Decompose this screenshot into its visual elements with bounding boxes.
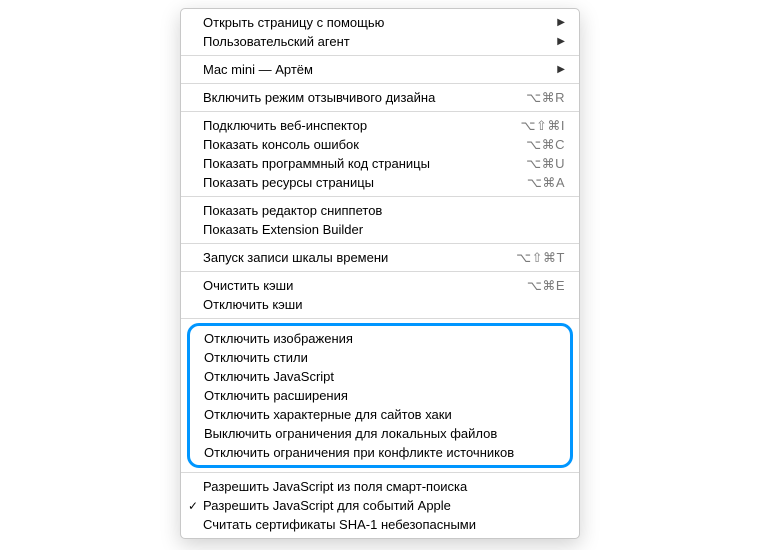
submenu-arrow-icon: ▶ [557,36,565,47]
menu-separator [181,55,579,56]
menu-item-empty-caches[interactable]: Очистить кэши ⌥⌘E [181,276,579,295]
menu-item-timeline-recording[interactable]: Запуск записи шкалы времени ⌥⇧⌘T [181,248,579,267]
highlighted-menu-group: Отключить изображения Отключить стили От… [187,323,573,468]
menu-item-sha1-insecure[interactable]: Считать сертификаты SHA-1 небезопасными [181,515,579,534]
menu-item-disable-styles[interactable]: Отключить стили [190,348,570,367]
menu-item-label: Отключить расширения [204,388,556,403]
menu-item-responsive-design[interactable]: Включить режим отзывчивого дизайна ⌥⌘R [181,88,579,107]
menu-item-label: Выключить ограничения для локальных файл… [204,426,556,441]
menu-item-disable-extensions[interactable]: Отключить расширения [190,386,570,405]
menu-item-disable-javascript[interactable]: Отключить JavaScript [190,367,570,386]
menu-item-label: Открыть страницу с помощью [203,15,549,30]
menu-item-label: Отключить характерные для сайтов хаки [204,407,556,422]
menu-item-label: Отключить ограничения при конфликте исто… [204,445,556,460]
menu-separator [181,472,579,473]
menu-item-open-with[interactable]: Открыть страницу с помощью ▶ [181,13,579,32]
menu-item-label: Очистить кэши [203,278,527,293]
submenu-arrow-icon: ▶ [557,17,565,28]
menu-item-label: Показать программный код страницы [203,156,526,171]
menu-shortcut: ⌥⌘R [526,90,565,106]
menu-separator [181,111,579,112]
menu-item-disable-cross-origin-restrictions[interactable]: Отключить ограничения при конфликте исто… [190,443,570,462]
menu-item-allow-js-smart-search[interactable]: Разрешить JavaScript из поля смарт-поиск… [181,477,579,496]
menu-shortcut: ⌥⌘E [527,278,565,294]
menu-item-label: Подключить веб-инспектор [203,118,521,133]
menu-item-label: Показать ресурсы страницы [203,175,527,190]
menu-item-label: Разрешить JavaScript из поля смарт-поиск… [203,479,565,494]
menu-separator [181,83,579,84]
menu-item-error-console[interactable]: Показать консоль ошибок ⌥⌘C [181,135,579,154]
menu-item-label: Включить режим отзывчивого дизайна [203,90,526,105]
checkmark-icon: ✓ [188,499,198,513]
menu-item-snippet-editor[interactable]: Показать редактор сниппетов [181,201,579,220]
menu-item-disable-caches[interactable]: Отключить кэши [181,295,579,314]
menu-shortcut: ⌥⌘A [527,175,565,191]
menu-item-page-source[interactable]: Показать программный код страницы ⌥⌘U [181,154,579,173]
menu-item-disable-images[interactable]: Отключить изображения [190,329,570,348]
menu-item-label: Mac mini — Артём [203,62,549,77]
menu-item-label: Показать консоль ошибок [203,137,526,152]
menu-item-label: Разрешить JavaScript для событий Apple [203,498,565,513]
menu-item-label: Считать сертификаты SHA-1 небезопасными [203,517,565,532]
menu-item-page-resources[interactable]: Показать ресурсы страницы ⌥⌘A [181,173,579,192]
menu-shortcut: ⌥⇧⌘T [516,250,565,266]
menu-item-allow-js-apple-events[interactable]: ✓ Разрешить JavaScript для событий Apple [181,496,579,515]
submenu-arrow-icon: ▶ [557,64,565,75]
menu-item-web-inspector[interactable]: Подключить веб-инспектор ⌥⇧⌘I [181,116,579,135]
menu-item-mac-mini[interactable]: Mac mini — Артём ▶ [181,60,579,79]
menu-item-label: Отключить стили [204,350,556,365]
menu-item-label: Отключить JavaScript [204,369,556,384]
context-menu: Открыть страницу с помощью ▶ Пользовател… [180,8,580,539]
menu-item-label: Пользовательский агент [203,34,549,49]
menu-item-label: Отключить кэши [203,297,565,312]
menu-item-label: Показать Extension Builder [203,222,565,237]
menu-item-label: Показать редактор сниппетов [203,203,565,218]
menu-separator [181,243,579,244]
menu-item-user-agent[interactable]: Пользовательский агент ▶ [181,32,579,51]
menu-shortcut: ⌥⌘U [526,156,565,172]
menu-separator [181,271,579,272]
menu-shortcut: ⌥⌘C [526,137,565,153]
menu-item-extension-builder[interactable]: Показать Extension Builder [181,220,579,239]
menu-item-label: Запуск записи шкалы времени [203,250,516,265]
menu-separator [181,318,579,319]
menu-item-disable-site-hacks[interactable]: Отключить характерные для сайтов хаки [190,405,570,424]
menu-item-label: Отключить изображения [204,331,556,346]
menu-item-disable-local-file-restrictions[interactable]: Выключить ограничения для локальных файл… [190,424,570,443]
menu-shortcut: ⌥⇧⌘I [521,118,566,134]
menu-separator [181,196,579,197]
